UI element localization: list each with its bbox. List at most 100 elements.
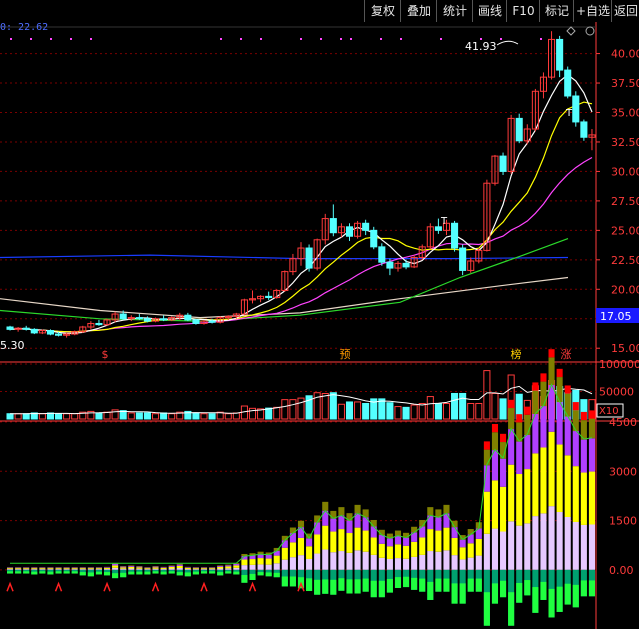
- volume-bar: [265, 407, 273, 420]
- indicator-stack-bar: [225, 566, 232, 569]
- candle-body: [378, 246, 386, 263]
- indicator-negative-highlight: [540, 581, 547, 600]
- indicator-stack-bar: [403, 558, 410, 570]
- indicator-stack-bar: [508, 521, 515, 570]
- indicator-stack-bar: [160, 567, 167, 568]
- indicator-stack-bar: [564, 517, 571, 570]
- buy-signal-arrow: [103, 581, 111, 592]
- indicator-negative-highlight: [475, 578, 482, 592]
- candle-body: [184, 314, 192, 321]
- indicator-stack-bar: [87, 569, 94, 570]
- indicator-stack-bar: [281, 547, 288, 560]
- indicator-negative-highlight: [451, 583, 458, 604]
- candle-body: [265, 295, 273, 299]
- indicator-stack-bar: [411, 541, 418, 557]
- draw-line-button[interactable]: 画线: [472, 0, 507, 22]
- indicator-stack-bar: [370, 554, 377, 570]
- indicator-stack-bar: [338, 507, 345, 516]
- indicator-stack-bar: [168, 566, 175, 569]
- indicator-stack-bar: [23, 568, 30, 570]
- indicator-stack-bar: [362, 530, 369, 552]
- back-button[interactable]: 返回: [611, 0, 639, 22]
- indicator-stack-bar: [112, 563, 119, 566]
- buy-signal-arrow: [248, 581, 257, 592]
- indicator-stack-bar: [200, 567, 208, 569]
- indicator-peak-block: [516, 414, 523, 423]
- indicator-stack-bar: [467, 529, 474, 535]
- indicator-peak-block: [572, 402, 579, 411]
- indicator-stack-bar: [63, 567, 70, 569]
- indicator-stack-bar: [31, 567, 38, 569]
- add-watchlist-button[interactable]: +自选: [573, 0, 612, 22]
- indicator-negative-highlight: [47, 571, 54, 575]
- overlay-button[interactable]: 叠加: [400, 0, 437, 22]
- indicator-stack-bar: [362, 551, 369, 570]
- indicator-peak-block: [580, 411, 587, 421]
- indicator-stack-bar: [217, 565, 224, 566]
- volume-tick-label: 100000: [599, 358, 639, 371]
- indicator-stack-bar: [103, 567, 111, 569]
- indicator-negative-highlight: [95, 571, 102, 575]
- indicator-stack-bar: [265, 558, 272, 565]
- indicator-stack-bar: [556, 377, 563, 403]
- indicator-stack-bar: [168, 565, 175, 566]
- indicator-negative-highlight: [427, 581, 434, 600]
- indicator-negative-highlight: [491, 583, 499, 604]
- price-tick-label: 15.00: [611, 342, 639, 355]
- indicator-stack-bar: [39, 569, 46, 570]
- indicator-negative-highlight: [362, 578, 369, 592]
- indicator-negative-highlight: [322, 579, 329, 594]
- indicator-stack-bar: [443, 513, 450, 528]
- indicator-stack-bar: [338, 551, 345, 570]
- volume-bar: [337, 403, 345, 420]
- indicator-peak-block: [532, 382, 539, 391]
- indicator-stack-bar: [200, 568, 208, 570]
- signal-dot: [380, 38, 382, 40]
- indicator-negative-highlight: [314, 579, 321, 595]
- indicator-stack-bar: [47, 569, 54, 570]
- indicator-peak-block: [524, 406, 531, 415]
- statistics-button[interactable]: 统计: [436, 0, 473, 22]
- indicator-stack-bar: [281, 559, 288, 570]
- volume-bar: [63, 413, 71, 420]
- indicator-negative-highlight: [394, 577, 402, 588]
- indicator-stack-bar: [394, 544, 402, 559]
- indicator-stack-bar: [516, 474, 523, 526]
- volume-bar: [273, 406, 281, 420]
- indicator-negative-highlight: [338, 578, 345, 591]
- indicator-negative-highlight: [411, 577, 418, 590]
- indicator-stack-bar: [540, 513, 547, 570]
- indicator-peak-block: [500, 433, 507, 443]
- indicator-negative-highlight: [160, 571, 167, 575]
- indicator-stack-bar: [564, 455, 571, 518]
- indicator-stack-bar: [572, 466, 579, 522]
- indicator-stack-bar: [386, 558, 393, 570]
- indicator-negative-highlight: [500, 580, 507, 598]
- volume-bar: [151, 413, 160, 420]
- mark-button[interactable]: 标记: [539, 0, 574, 22]
- indicator-stack-bar: [443, 504, 450, 514]
- indicator-negative-highlight: [209, 571, 216, 574]
- event-mark: 榜: [511, 347, 522, 361]
- indicator-stack-bar: [354, 550, 361, 570]
- stock-chart[interactable]: 40.00 37.50 35.00 32.50 30.00 27.50 25.00 22.50…: [0, 0, 639, 629]
- candle-body: [499, 155, 507, 172]
- ma5-line: [9, 74, 593, 335]
- indicator-stack-bar: [427, 551, 434, 570]
- indicator-stack-bar: [192, 569, 199, 570]
- indicator-stack-bar: [79, 568, 86, 570]
- volume-bar: [297, 397, 305, 420]
- volume-bar: [200, 413, 208, 420]
- indicator-stack-bar: [580, 439, 587, 473]
- indicator-stack-bar: [249, 564, 256, 570]
- indicator-stack-bar: [403, 537, 410, 546]
- f10-button[interactable]: F10: [506, 0, 540, 22]
- indicator-stack-bar: [128, 565, 135, 566]
- restore-rights-button[interactable]: 复权: [364, 0, 401, 22]
- indicator-stack-bar: [540, 447, 547, 514]
- indicator-stack-bar: [71, 568, 78, 570]
- indicator-negative-highlight: [443, 578, 450, 592]
- indicator-peak-block: [540, 373, 547, 382]
- volume-bar: [54, 413, 63, 420]
- indicator-stack-bar: [370, 537, 377, 555]
